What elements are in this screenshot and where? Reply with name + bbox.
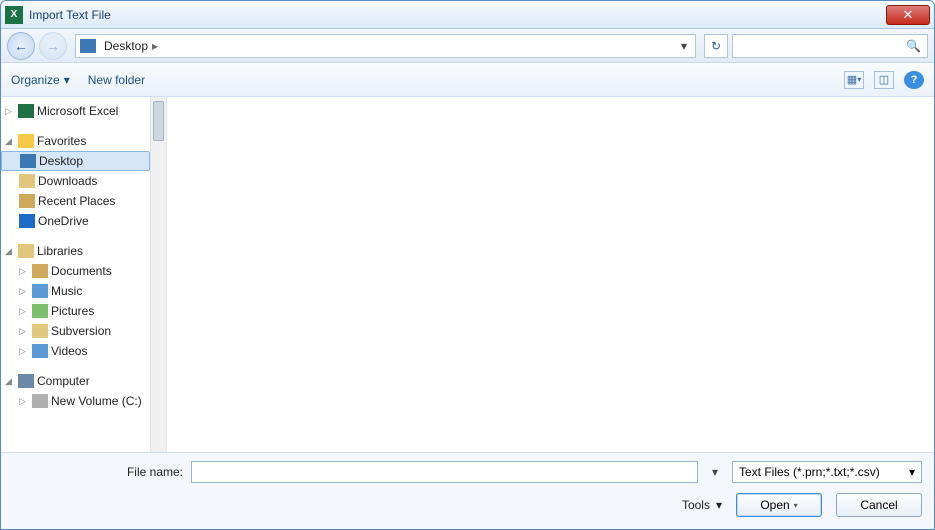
- open-button[interactable]: Open▾: [736, 493, 822, 517]
- tree-item-downloads[interactable]: Downloads: [1, 171, 150, 191]
- navigation-tree[interactable]: ▷Microsoft Excel ◢Favorites Desktop Down…: [1, 97, 151, 452]
- tree-item-pictures[interactable]: ▷Pictures: [1, 301, 150, 321]
- title-bar[interactable]: X Import Text File ✕: [1, 1, 934, 29]
- dialog-footer: File name: ▾ Text Files (*.prn;*.txt;*.c…: [1, 452, 934, 529]
- filename-input[interactable]: [191, 461, 698, 483]
- address-dropdown-icon[interactable]: ▾: [677, 39, 691, 53]
- organize-menu[interactable]: Organize▾: [11, 73, 70, 87]
- tree-item-documents[interactable]: ▷Documents: [1, 261, 150, 281]
- tree-item-onedrive[interactable]: OneDrive: [1, 211, 150, 231]
- tree-item-desktop[interactable]: Desktop: [1, 151, 150, 171]
- tree-item-recent-places[interactable]: Recent Places: [1, 191, 150, 211]
- filename-label: File name:: [13, 465, 183, 479]
- cancel-button[interactable]: Cancel: [836, 493, 922, 517]
- tree-item-excel[interactable]: ▷Microsoft Excel: [1, 101, 150, 121]
- tree-item-music[interactable]: ▷Music: [1, 281, 150, 301]
- address-bar[interactable]: Desktop ▸ ▾: [75, 34, 696, 58]
- help-button[interactable]: ?: [904, 71, 924, 89]
- new-folder-button[interactable]: New folder: [88, 73, 145, 87]
- search-box[interactable]: 🔍: [732, 34, 928, 58]
- tools-menu[interactable]: Tools▾: [682, 498, 722, 512]
- desktop-icon: [80, 39, 96, 53]
- tree-item-computer[interactable]: ◢Computer: [1, 371, 150, 391]
- filename-dropdown-icon[interactable]: ▾: [706, 465, 724, 479]
- dialog-body: ▷Microsoft Excel ◢Favorites Desktop Down…: [1, 97, 934, 452]
- command-bar: Organize▾ New folder ▦▾ ◫ ?: [1, 63, 934, 97]
- tree-item-drive-c[interactable]: ▷New Volume (C:): [1, 391, 150, 411]
- breadcrumb-separator-icon[interactable]: ▸: [152, 39, 158, 53]
- search-icon: 🔍: [906, 39, 921, 53]
- nav-bar: ← → Desktop ▸ ▾ ↻ 🔍: [1, 29, 934, 63]
- refresh-button[interactable]: ↻: [704, 34, 728, 58]
- file-type-filter[interactable]: Text Files (*.prn;*.txt;*.csv)▾: [732, 461, 922, 483]
- dialog-window: X Import Text File ✕ ← → Desktop ▸ ▾ ↻ 🔍…: [0, 0, 935, 530]
- tree-item-subversion[interactable]: ▷Subversion: [1, 321, 150, 341]
- chevron-down-icon: ▾: [909, 465, 915, 479]
- scroll-thumb[interactable]: [153, 101, 164, 141]
- excel-app-icon: X: [5, 6, 23, 24]
- preview-pane-button[interactable]: ◫: [874, 71, 894, 89]
- search-input[interactable]: [739, 39, 906, 53]
- view-options-button[interactable]: ▦▾: [844, 71, 864, 89]
- close-button[interactable]: ✕: [886, 5, 930, 25]
- back-button[interactable]: ←: [7, 32, 35, 60]
- window-title: Import Text File: [29, 8, 886, 22]
- file-list[interactable]: [167, 97, 934, 452]
- breadcrumb-desktop[interactable]: Desktop: [100, 39, 152, 53]
- chevron-down-icon: ▾: [716, 498, 722, 512]
- chevron-down-icon: ▾: [64, 73, 70, 87]
- sidebar-scrollbar[interactable]: [151, 97, 167, 452]
- forward-button[interactable]: →: [39, 32, 67, 60]
- tree-item-favorites[interactable]: ◢Favorites: [1, 131, 150, 151]
- tree-item-libraries[interactable]: ◢Libraries: [1, 241, 150, 261]
- tree-item-videos[interactable]: ▷Videos: [1, 341, 150, 361]
